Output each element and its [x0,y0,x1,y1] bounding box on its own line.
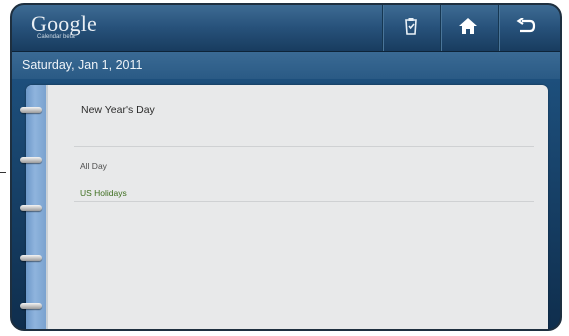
clipboard-icon [402,16,420,41]
bookmark-button[interactable] [393,11,429,45]
divider [74,201,534,202]
divider [74,146,534,147]
home-button[interactable] [450,11,486,45]
binder-ring [20,157,42,163]
event-title: New Year's Day [81,104,155,116]
binder-ring [20,107,42,113]
margin-dash [0,172,6,173]
event-calendar[interactable]: US Holidays [80,188,127,198]
toolbar-separator [498,5,499,51]
toolbar-separator [382,5,383,51]
event-detail-page: New Year's Day All Day US Holidays [26,85,548,329]
home-icon [458,17,478,40]
logo-wordmark: Google [31,11,97,36]
binder-ring [20,255,42,261]
google-calendar-logo: Google Calendar beta [31,11,97,41]
top-bar: Google Calendar beta [12,5,560,52]
date-bar: Saturday, Jan 1, 2011 [12,52,560,79]
device-frame: Google Calendar beta Saturday, Jan 1, 20… [10,3,562,331]
event-time: All Day [80,161,107,171]
logo-subtitle: Calendar beta [37,34,75,40]
binder-ring [20,303,42,309]
return-arrow-icon [516,16,536,39]
selected-date: Saturday, Jan 1, 2011 [22,58,143,72]
binder-ring [20,205,42,211]
back-button[interactable] [508,11,544,45]
toolbar-separator [440,5,441,51]
content-area: New Year's Day All Day US Holidays [12,79,560,329]
